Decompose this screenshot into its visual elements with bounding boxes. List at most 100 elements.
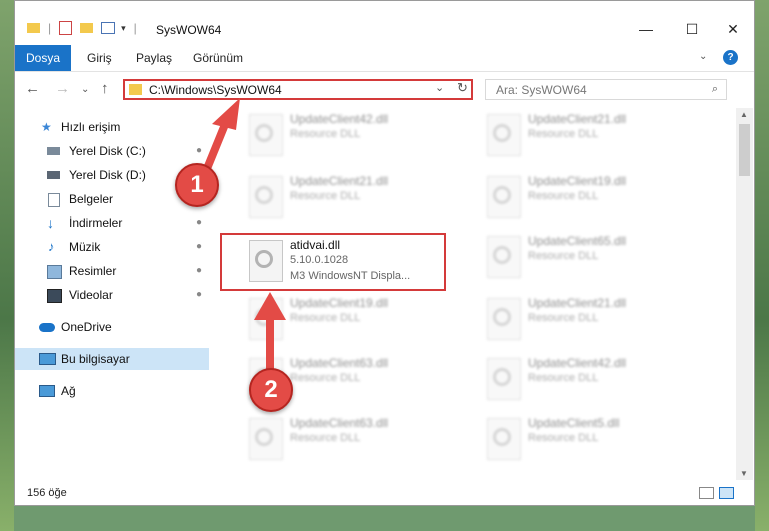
- close-button[interactable]: ✕: [710, 14, 756, 44]
- large-icons-view-icon[interactable]: [719, 487, 734, 499]
- pin-icon[interactable]: ●: [196, 140, 202, 162]
- sidebar-item-pictures[interactable]: Resimler ●: [15, 260, 209, 282]
- sidebar-item-music[interactable]: ♪ Müzik ●: [15, 236, 209, 258]
- download-icon: ↓: [47, 215, 54, 231]
- file-tile[interactable]: UpdateClient19.dll Resource DLL: [479, 170, 709, 228]
- sidebar-item-label: Ağ: [61, 384, 76, 398]
- undo-icon[interactable]: [101, 22, 116, 34]
- sidebar-item-network[interactable]: Ağ: [15, 380, 209, 402]
- navigation-pane: ★ Hızlı erişim Yerel Disk (C:) ● Yerel D…: [15, 108, 209, 466]
- item-count: 156 öğe: [27, 487, 67, 499]
- details-view-icon[interactable]: [699, 487, 714, 499]
- gear-icon: [255, 124, 273, 142]
- ribbon-expand-icon[interactable]: ⌄: [699, 51, 707, 62]
- forward-button[interactable]: →: [55, 80, 70, 97]
- tab-share[interactable]: Paylaş: [136, 45, 172, 71]
- gear-icon: [493, 246, 511, 264]
- search-input[interactable]: Ara: SysWOW64: [496, 83, 587, 97]
- scroll-down-icon[interactable]: ▼: [740, 469, 748, 478]
- sidebar-item-quick-access[interactable]: ★ Hızlı erişim: [15, 116, 209, 138]
- file-type: Resource DLL: [528, 312, 599, 324]
- navigation-bar: ← → ⌄ ↑ C:\Windows\SysWOW64 ⌄ ↻ Ara: Sys…: [15, 72, 754, 108]
- scroll-up-icon[interactable]: ▲: [740, 110, 748, 119]
- sidebar-item-downloads[interactable]: ↓ İndirmeler ●: [15, 212, 209, 234]
- file-type: Resource DLL: [528, 128, 599, 140]
- pin-icon[interactable]: ●: [196, 212, 202, 234]
- file-tile[interactable]: UpdateClient42.dll Resource DLL: [479, 352, 709, 410]
- address-dropdown-icon[interactable]: ⌄: [435, 81, 444, 94]
- file-tile[interactable]: UpdateClient19.dll Resource DLL: [241, 292, 471, 350]
- pin-icon[interactable]: ●: [196, 260, 202, 282]
- file-name: UpdateClient21.dll: [528, 112, 627, 126]
- separator: |: [133, 21, 137, 35]
- sidebar-item-label: Belgeler: [69, 192, 114, 206]
- file-type: Resource DLL: [290, 312, 361, 324]
- sidebar-item-label: Yerel Disk (C:): [69, 144, 146, 158]
- tab-file[interactable]: Dosya: [15, 45, 71, 71]
- sidebar-item-videos[interactable]: Videolar ●: [15, 284, 209, 306]
- help-icon[interactable]: ?: [723, 50, 738, 65]
- back-button[interactable]: ←: [25, 80, 40, 97]
- file-tile[interactable]: UpdateClient21.dll Resource DLL: [479, 108, 709, 166]
- file-type: Resource DLL: [528, 432, 599, 444]
- file-name: UpdateClient21.dll: [290, 174, 389, 188]
- file-type: Resource DLL: [528, 190, 599, 202]
- new-folder-icon[interactable]: [80, 23, 94, 33]
- file-type: Resource DLL: [290, 372, 361, 384]
- file-tile[interactable]: UpdateClient63.dll Resource DLL: [241, 412, 471, 468]
- tab-view[interactable]: Görünüm: [193, 45, 243, 71]
- sidebar-item-onedrive[interactable]: OneDrive: [15, 316, 209, 338]
- sidebar-item-this-pc[interactable]: Bu bilgisayar: [15, 348, 209, 370]
- vertical-scrollbar[interactable]: ▲ ▼: [736, 108, 753, 480]
- tab-home[interactable]: Giriş: [87, 45, 112, 71]
- title-bar: | ▾ | SysWOW64 — ☐ ✕: [15, 1, 754, 45]
- customize-dropdown-icon[interactable]: ▾: [121, 23, 126, 34]
- computer-icon: [39, 353, 56, 365]
- gear-icon: [493, 124, 511, 142]
- file-name: UpdateClient42.dll: [290, 112, 389, 126]
- maximize-button[interactable]: ☐: [669, 14, 715, 44]
- file-name: UpdateClient63.dll: [290, 356, 389, 370]
- folder-icon: [27, 23, 40, 33]
- recent-locations-icon[interactable]: ⌄: [81, 84, 89, 95]
- step-badge-2: 2: [249, 368, 293, 412]
- pin-icon[interactable]: ●: [196, 284, 202, 306]
- picture-icon: [47, 265, 62, 279]
- refresh-button[interactable]: ↻: [457, 80, 468, 96]
- file-tile[interactable]: UpdateClient42.dll Resource DLL: [241, 108, 471, 166]
- gear-icon: [493, 428, 511, 446]
- file-tile[interactable]: UpdateClient5.dll Resource DLL: [479, 412, 709, 468]
- desktop-background-right: [755, 0, 769, 531]
- file-name: UpdateClient63.dll: [290, 416, 389, 430]
- file-tile[interactable]: UpdateClient21.dll Resource DLL: [241, 170, 471, 228]
- sidebar-item-label: Yerel Disk (D:): [69, 168, 146, 182]
- file-type: Resource DLL: [290, 128, 361, 140]
- ribbon: Dosya Giriş Paylaş Görünüm ⌄ ?: [15, 45, 754, 72]
- sidebar-item-local-disk-c[interactable]: Yerel Disk (C:) ●: [15, 140, 209, 162]
- up-button[interactable]: ↑: [101, 80, 109, 97]
- sidebar-item-label: Resimler: [69, 264, 117, 278]
- scrollbar-thumb[interactable]: [739, 124, 750, 176]
- address-bar[interactable]: C:\Windows\SysWOW64 ⌄: [123, 79, 473, 100]
- selected-file-highlight: [220, 233, 446, 291]
- separator: |: [48, 21, 52, 35]
- file-tile[interactable]: UpdateClient65.dll Resource DLL: [479, 230, 709, 288]
- network-icon: [39, 385, 55, 397]
- desktop-background-left: [0, 0, 14, 531]
- star-icon: ★: [41, 120, 52, 134]
- gear-icon: [493, 308, 511, 326]
- drive-icon: [47, 147, 60, 155]
- properties-icon[interactable]: [59, 21, 73, 35]
- file-tile[interactable]: UpdateClient21.dll Resource DLL: [479, 292, 709, 350]
- pin-icon[interactable]: ●: [196, 236, 202, 258]
- file-name: UpdateClient21.dll: [528, 296, 627, 310]
- sidebar-item-label: OneDrive: [61, 320, 112, 334]
- video-icon: [47, 289, 62, 303]
- address-path: C:\Windows\SysWOW64: [149, 83, 282, 97]
- folder-icon: [129, 84, 142, 95]
- file-name: UpdateClient65.dll: [528, 234, 627, 248]
- file-type: Resource DLL: [528, 250, 599, 262]
- search-box[interactable]: Ara: SysWOW64 ⌕: [485, 79, 727, 100]
- music-icon: ♪: [48, 239, 55, 254]
- minimize-button[interactable]: —: [623, 14, 669, 44]
